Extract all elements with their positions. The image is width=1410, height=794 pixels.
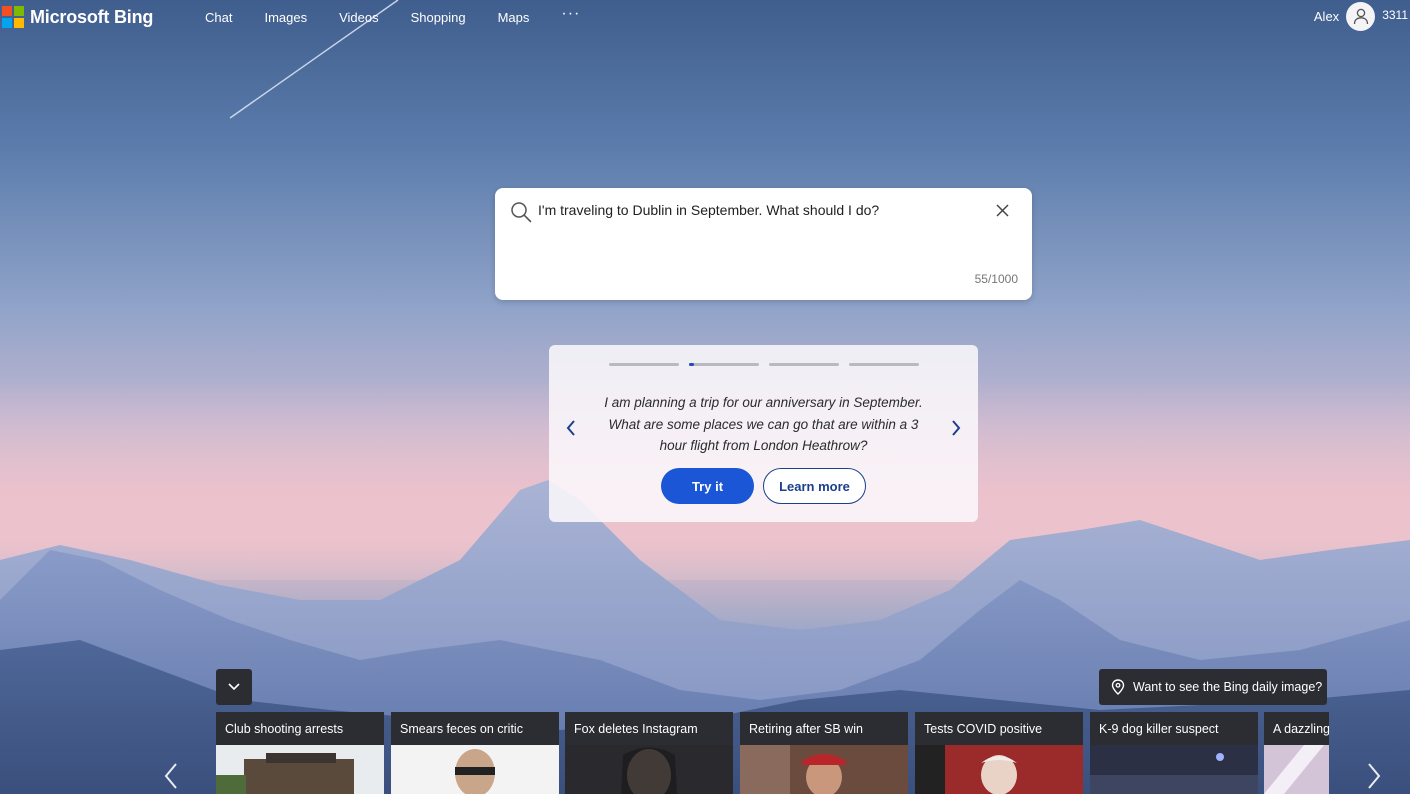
search-icon — [510, 201, 532, 223]
user-name[interactable]: Alex — [1314, 9, 1339, 24]
news-title: K-9 dog killer suspect — [1099, 722, 1219, 736]
nav-chat[interactable]: Chat — [205, 10, 232, 25]
progress-segment-active — [689, 363, 759, 366]
chevron-left-icon[interactable] — [565, 418, 577, 438]
collapse-feed-button[interactable] — [216, 669, 252, 705]
search-input[interactable] — [538, 202, 978, 218]
top-nav: Chat Images Videos Shopping Maps ··· — [205, 10, 580, 25]
news-title: A dazzling — [1273, 722, 1329, 736]
news-thumbnail — [1264, 745, 1329, 794]
news-card[interactable]: Retiring after SB win — [740, 712, 908, 794]
news-thumbnail — [740, 745, 908, 794]
top-header: Microsoft Bing Chat Images Videos Shoppi… — [0, 0, 1410, 36]
close-icon[interactable] — [996, 204, 1009, 217]
news-thumbnail — [915, 745, 1083, 794]
suggestion-card: I am planning a trip for our anniversary… — [549, 345, 978, 522]
news-card[interactable]: A dazzling — [1264, 712, 1329, 794]
news-thumbnail — [1090, 745, 1258, 794]
chevron-right-icon[interactable] — [1366, 762, 1382, 790]
nav-maps[interactable]: Maps — [498, 10, 530, 25]
news-thumbnail — [565, 745, 733, 794]
progress-segment — [849, 363, 919, 366]
nav-videos[interactable]: Videos — [339, 10, 379, 25]
rewards-points[interactable]: 3311 — [1382, 8, 1408, 22]
person-icon — [1353, 8, 1369, 25]
news-card[interactable]: Fox deletes Instagram — [565, 712, 733, 794]
news-card[interactable]: K-9 dog killer suspect — [1090, 712, 1258, 794]
news-card[interactable]: Club shooting arrests — [216, 712, 384, 794]
user-area: Alex 3311 — [1314, 2, 1408, 31]
nav-shopping[interactable]: Shopping — [411, 10, 466, 25]
chevron-left-icon[interactable] — [163, 762, 179, 790]
suggestion-text: I am planning a trip for our anniversary… — [599, 392, 928, 457]
progress-segment — [769, 363, 839, 366]
news-title: Smears feces on critic — [400, 722, 523, 736]
logo-text: Microsoft Bing — [30, 7, 153, 28]
news-thumbnail — [391, 745, 559, 794]
news-title: Club shooting arrests — [225, 722, 343, 736]
avatar[interactable] — [1346, 2, 1375, 31]
character-count: 55/1000 — [975, 272, 1018, 286]
nav-images[interactable]: Images — [264, 10, 307, 25]
news-carousel: Club shooting arrests Smears feces on cr… — [216, 712, 1329, 794]
microsoft-logo-icon — [2, 6, 24, 28]
chat-search-box: 55/1000 — [495, 188, 1032, 300]
location-pin-icon — [1111, 679, 1125, 695]
news-thumbnail — [216, 745, 384, 794]
bing-logo[interactable]: Microsoft Bing — [2, 6, 153, 28]
chevron-right-icon[interactable] — [950, 418, 962, 438]
news-title: Retiring after SB win — [749, 722, 863, 736]
daily-image-label: Want to see the Bing daily image? — [1133, 680, 1322, 694]
daily-image-button[interactable]: Want to see the Bing daily image? — [1099, 669, 1327, 705]
news-card[interactable]: Smears feces on critic — [391, 712, 559, 794]
progress-segment — [609, 363, 679, 366]
try-it-button[interactable]: Try it — [661, 468, 754, 504]
chevron-down-icon — [227, 682, 241, 692]
news-title: Tests COVID positive — [924, 722, 1042, 736]
more-menu-icon[interactable]: ··· — [561, 5, 580, 25]
learn-more-button[interactable]: Learn more — [763, 468, 866, 504]
news-title: Fox deletes Instagram — [574, 722, 698, 736]
carousel-progress — [609, 363, 919, 366]
news-card[interactable]: Tests COVID positive — [915, 712, 1083, 794]
